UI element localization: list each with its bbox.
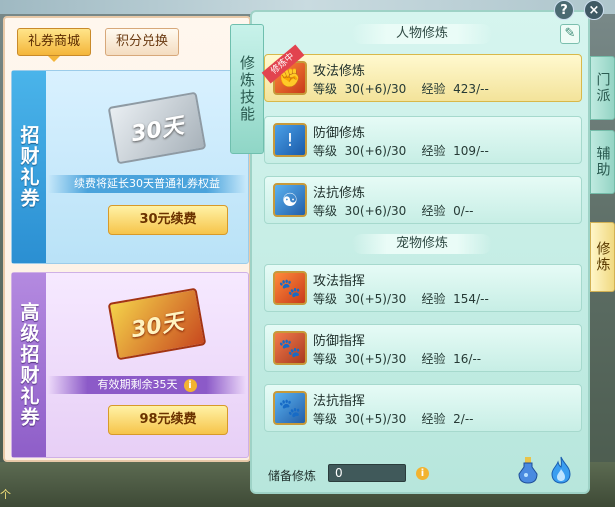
reserve-info-icon[interactable]: i <box>416 467 429 480</box>
skill-row-pet-resist[interactable]: 🐾 法抗指挥 等级 30(+5)/30 经验 2/-- <box>264 384 582 432</box>
skill-row-defense-cultivation[interactable]: ! 防御修炼 等级 30(+6)/30 经验 109/-- <box>264 116 582 164</box>
silver-ticket-image: 30天 <box>107 91 207 165</box>
fortune-ticket-label: 招财礼券 <box>12 71 46 263</box>
skill-level: 等级 30(+5)/30 <box>313 292 407 306</box>
skill-row-attack-cultivation[interactable]: ✊ 修炼中 攻法修炼 等级 30(+6)/30 经验 423/-- <box>261 44 582 102</box>
skill-name: 攻法指挥 <box>313 274 366 289</box>
notes-icon[interactable]: ✎ <box>560 24 580 44</box>
paw-resist-icon: 🐾 <box>273 391 307 425</box>
skill-stats: 等级 30(+5)/30 经验 16/-- <box>313 350 481 367</box>
skill-stats: 等级 30(+5)/30 经验 2/-- <box>313 410 474 427</box>
shield-icon: ! <box>273 123 307 157</box>
premium-ticket-label: 高级招财礼券 <box>12 273 46 457</box>
skill-stats: 等级 30(+5)/30 经验 154/-- <box>313 290 489 307</box>
paw-attack-icon: 🐾 <box>273 271 307 305</box>
tab-points-exchange[interactable]: 积分兑换 <box>105 28 180 56</box>
skill-level: 等级 30(+5)/30 <box>313 352 407 366</box>
skill-level: 等级 30(+6)/30 <box>313 144 407 158</box>
skill-level: 等级 30(+5)/30 <box>313 412 407 426</box>
premium-ticket-caption-row: 有效期剩余35天 i <box>48 376 246 394</box>
paw-shield-icon: 🐾 <box>273 331 307 365</box>
skill-stats: 等级 30(+6)/30 经验 109/-- <box>313 142 489 159</box>
renew-30-button[interactable]: 30元续费 <box>108 205 228 235</box>
gold-ticket-image: 30天 <box>107 287 207 361</box>
tab-cultivation[interactable]: 修炼 <box>590 222 615 292</box>
tab-gift-shop[interactable]: 礼券商城 <box>17 28 92 62</box>
skill-name: 攻法修炼 <box>313 64 366 79</box>
skill-exp: 经验 423/-- <box>421 82 489 96</box>
fortune-ticket-caption: 续费将延长30天普通礼券权益 <box>48 175 246 193</box>
tab-sect[interactable]: 门派 <box>590 56 615 120</box>
tab-assist[interactable]: 辅助 <box>590 130 615 194</box>
reserve-cultivation-field[interactable]: 0 <box>328 464 406 482</box>
skill-exp: 经验 109/-- <box>421 144 489 158</box>
yin-yang-icon: ☯ <box>273 183 307 217</box>
skill-level: 等级 30(+6)/30 <box>313 204 407 218</box>
cultivation-skills-tab[interactable]: 修炼技能 <box>230 24 264 154</box>
reserve-cultivation-label: 储备修炼 <box>268 469 317 483</box>
skill-name: 法抗指挥 <box>313 394 366 409</box>
skill-name: 防御指挥 <box>313 334 366 349</box>
skill-stats: 等级 30(+6)/30 经验 423/-- <box>313 80 489 97</box>
premium-ticket-caption: 有效期剩余35天 <box>97 378 178 391</box>
gift-shop-panel: 礼券商城 积分兑换 招财礼券 30天 续费将延长30天普通礼券权益 30元续费 … <box>3 16 251 462</box>
scenery-text: 个 <box>0 488 11 501</box>
skill-level: 等级 30(+6)/30 <box>313 82 407 96</box>
character-cultivation-header: 人物修炼 <box>352 24 492 44</box>
skill-stats: 等级 30(+6)/30 经验 0/-- <box>313 202 474 219</box>
premium-fortune-ticket-card: 高级招财礼券 30天 有效期剩余35天 i 98元续费 <box>11 272 249 458</box>
skill-row-resist-cultivation[interactable]: ☯ 法抗修炼 等级 30(+6)/30 经验 0/-- <box>264 176 582 224</box>
skill-row-pet-attack[interactable]: 🐾 攻法指挥 等级 30(+5)/30 经验 154/-- <box>264 264 582 312</box>
fortune-ticket-card: 招财礼券 30天 续费将延长30天普通礼券权益 30元续费 <box>11 70 249 264</box>
skill-exp: 经验 154/-- <box>421 292 489 306</box>
skill-exp: 经验 2/-- <box>421 412 474 426</box>
skill-exp: 经验 16/-- <box>421 352 482 366</box>
skill-name: 防御修炼 <box>313 126 366 141</box>
skill-exp: 经验 0/-- <box>421 204 474 218</box>
potion-icon[interactable] <box>516 456 540 484</box>
skill-name: 法抗修炼 <box>313 186 366 201</box>
info-icon[interactable]: i <box>183 378 197 392</box>
pet-cultivation-header: 宠物修炼 <box>352 234 492 254</box>
cultivation-window: 修炼技能 人物修炼 ✎ ✊ 修炼中 攻法修炼 等级 30(+6)/30 经验 4… <box>230 10 590 494</box>
skill-row-pet-defense[interactable]: 🐾 防御指挥 等级 30(+5)/30 经验 16/-- <box>264 324 582 372</box>
close-button[interactable]: × <box>584 0 604 20</box>
flame-icon[interactable] <box>550 456 572 484</box>
renew-98-button[interactable]: 98元续费 <box>108 405 228 435</box>
help-button[interactable]: ? <box>554 0 574 20</box>
